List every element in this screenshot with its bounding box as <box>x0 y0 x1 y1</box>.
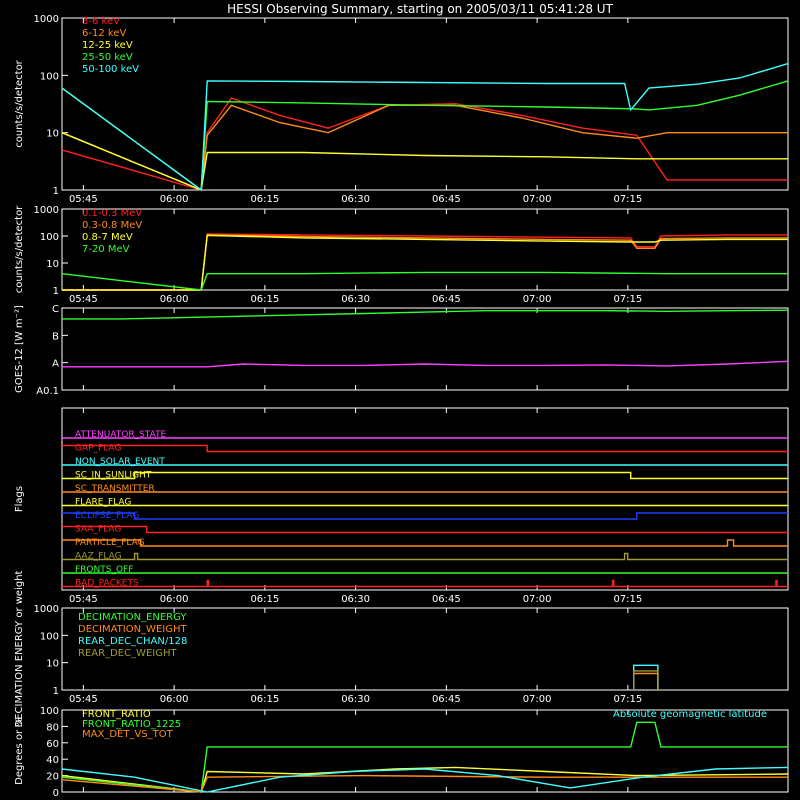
highE-ytick-label: 1000 <box>34 205 59 216</box>
lowE-ytick-label: 1000 <box>34 14 59 25</box>
ratio-legend-2: MAX_DET_VS_TOT <box>82 729 174 740</box>
goes-ylabel: GOES-12 [W m⁻²] <box>14 305 25 393</box>
highE-ytick-label: 1 <box>53 286 59 297</box>
flags-xtick-label: 07:15 <box>613 594 642 605</box>
decimation-xtick-label: 05:45 <box>69 694 98 705</box>
goes-ytick-label: A <box>52 359 59 370</box>
flags-xtick-label: 06:15 <box>250 594 279 605</box>
goes-series-0 <box>62 309 789 320</box>
ratio-ylabel: Degrees or % <box>14 717 25 785</box>
flag-line-eclipse_flag <box>62 512 788 520</box>
lowE-xtick-label: 06:30 <box>341 194 370 205</box>
decimation-legend-3: REAR_DEC_WEIGHT <box>78 648 177 659</box>
highE-xtick-label: 05:45 <box>69 294 98 305</box>
ratio-ytick-label: 20 <box>46 772 59 783</box>
highE-legend-2: 0.8-7 MeV <box>82 232 133 243</box>
lowE-xtick-label: 07:00 <box>523 194 552 205</box>
ratio-ytick-label: 100 <box>40 706 59 717</box>
flags-xtick-label: 06:00 <box>160 594 189 605</box>
decimation-ytick-label: 100 <box>40 631 59 642</box>
decimation-xtick-label: 06:45 <box>432 694 461 705</box>
decimation-xtick-label: 06:30 <box>341 694 370 705</box>
decimation-ylabel: DECIMATION ENERGY or weight <box>14 570 25 727</box>
ratio-series-2 <box>61 774 788 793</box>
highE-xtick-label: 07:15 <box>613 294 642 305</box>
lowE-legend-4: 50-100 keV <box>82 64 139 75</box>
lowE-ytick-label: 100 <box>40 71 59 82</box>
decimation-ytick-label: 10 <box>46 659 59 670</box>
hessi-summary-figure: HESSI Observing Summary, starting on 200… <box>0 0 800 800</box>
decimation-xtick-label: 07:00 <box>523 694 552 705</box>
ratio-ytick-label: 60 <box>46 739 59 750</box>
flag-line-saa_flag <box>62 525 788 534</box>
goes-series-1 <box>62 360 789 368</box>
highE-ytick-label: 100 <box>40 232 59 243</box>
highE-series-3 <box>61 271 788 291</box>
lowE-xtick-label: 07:15 <box>613 194 642 205</box>
goes-frame <box>61 307 789 391</box>
flag-line-bad_packets <box>62 579 788 588</box>
flags-ylabel: Flags <box>14 486 25 512</box>
lowE-series-0 <box>61 97 788 191</box>
highE-xtick-label: 06:30 <box>341 294 370 305</box>
highE-xtick-label: 06:15 <box>250 294 279 305</box>
goes-ytick-label: A0.1 <box>36 386 59 397</box>
decimation-legend-1: DECIMATION_WEIGHT <box>78 624 187 635</box>
highE-ylabel: counts/s/detector <box>14 205 25 293</box>
highE-series-2 <box>62 234 788 291</box>
summary-plot-svg: HESSI Observing Summary, starting on 200… <box>14 2 789 799</box>
flag-line-gap_flag <box>62 444 788 453</box>
highE-series-0 <box>62 233 788 291</box>
flag-line-sc_in_sunlight <box>62 471 788 480</box>
ratio-annotation: Absolute geomagnetic latitude <box>613 709 767 720</box>
highE-xtick-label: 06:45 <box>432 294 461 305</box>
lowE-ylabel: counts/s/detector <box>14 59 25 147</box>
highE-legend-3: 7-20 MeV <box>82 244 130 255</box>
flags-xtick-label: 06:45 <box>432 594 461 605</box>
decimation-xtick-label: 06:15 <box>250 694 279 705</box>
flag-line-particle_flag <box>62 539 788 547</box>
lowE-series-4 <box>61 62 789 192</box>
highE-xtick-label: 07:00 <box>523 294 552 305</box>
figure-title: HESSI Observing Summary, starting on 200… <box>227 2 613 16</box>
lowE-ytick-label: 10 <box>46 129 59 140</box>
decimation-legend-2: REAR_DEC_CHAN/128 <box>78 636 187 647</box>
decimation-legend-0: DECIMATION_ENERGY <box>78 612 187 623</box>
lowE-xtick-label: 06:15 <box>250 194 279 205</box>
ratio-ytick-label: 80 <box>46 722 59 733</box>
lowE-xtick-label: 06:00 <box>160 194 189 205</box>
lowE-xtick-label: 06:45 <box>432 194 461 205</box>
flags-xtick-label: 06:30 <box>341 594 370 605</box>
decimation-xtick-label: 06:00 <box>160 694 189 705</box>
lowE-legend-1: 6-12 keV <box>82 28 126 39</box>
flag-line-aaz_flag <box>62 552 788 561</box>
goes-ytick-label: B <box>52 331 59 342</box>
decimation-series-1 <box>633 672 659 690</box>
flags-xtick-label: 07:00 <box>523 594 552 605</box>
ratio-ytick-label: 40 <box>46 755 59 766</box>
lowE-legend-2: 12-25 keV <box>82 40 133 51</box>
lowE-ytick-label: 1 <box>53 186 59 197</box>
highE-series-1 <box>62 234 788 291</box>
highE-frame <box>61 208 789 291</box>
lowE-series-3 <box>61 80 789 192</box>
lowE-legend-0: 3-6 keV <box>82 16 120 27</box>
highE-ytick-label: 10 <box>46 259 59 270</box>
highE-xtick-label: 06:00 <box>160 294 189 305</box>
flags-frame <box>61 407 789 591</box>
highE-legend-1: 0.3-0.8 MeV <box>82 220 142 231</box>
ratio-ytick-label: 0 <box>53 788 59 799</box>
highE-legend-0: 0.1-0.3 MeV <box>82 208 142 219</box>
flags-xtick-label: 05:45 <box>69 594 98 605</box>
lowE-legend-3: 25-50 keV <box>82 52 133 63</box>
decimation-series-2 <box>633 664 659 690</box>
decimation-xtick-label: 07:15 <box>613 694 642 705</box>
goes-ytick-label: C <box>52 304 59 315</box>
decimation-ytick-label: 1 <box>53 686 59 697</box>
decimation-ytick-label: 1000 <box>34 604 59 615</box>
lowE-xtick-label: 05:45 <box>69 194 98 205</box>
